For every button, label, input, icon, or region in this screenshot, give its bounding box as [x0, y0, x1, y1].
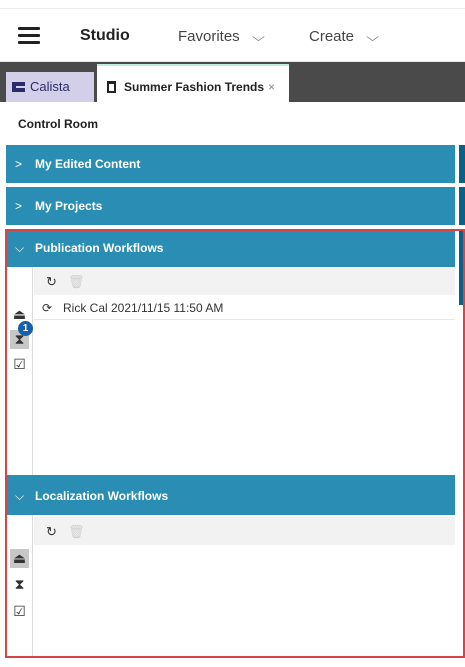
hourglass-icon[interactable]: ⧗ [10, 575, 29, 594]
list-icon [12, 82, 25, 92]
workflow-row-text: Rick Cal 2021/11/15 11:50 AM [63, 301, 224, 315]
chevron-down-icon: ⌵ [366, 30, 379, 44]
refresh-icon[interactable]: ↻ [46, 274, 57, 290]
workflow-toolbar: ↻ 🗑 [34, 267, 455, 295]
checkbox-icon[interactable]: ☑ [10, 602, 29, 621]
favorites-menu-label: Favorites [178, 28, 240, 45]
hamburger-menu-icon[interactable] [18, 27, 40, 44]
section-edge [459, 187, 465, 225]
pending-count-badge: 1 [18, 321, 33, 336]
section-label: Publication Workflows [35, 241, 164, 255]
top-bar: Studio Favorites ⌵ Create ⌵ [0, 0, 465, 62]
workflow-filter-sidebar: ⏏ ⧗ ☑ [6, 515, 33, 657]
chevron-down-icon: ⌵ [15, 489, 25, 503]
inbox-icon[interactable]: ⏏ [10, 549, 29, 568]
section-label: My Projects [35, 199, 103, 213]
workflow-filter-sidebar: ⏏ ⧗ 1 ☑ [6, 267, 33, 475]
chevron-right-icon: > [15, 157, 23, 171]
tab-strip: Calista Summer Fashion Trends × [0, 62, 465, 102]
chevron-right-icon: > [15, 199, 23, 213]
trash-icon[interactable]: 🗑 [68, 274, 85, 290]
tab-summer-fashion-trends[interactable]: Summer Fashion Trends × [97, 64, 289, 102]
section-localization-workflows[interactable]: ⌵ Localization Workflows [6, 475, 455, 515]
favorites-menu[interactable]: Favorites ⌵ [178, 28, 265, 45]
chevron-down-icon: ⌵ [15, 241, 25, 255]
section-label: Localization Workflows [35, 489, 169, 503]
section-my-projects[interactable]: > My Projects [6, 187, 455, 225]
app-brand[interactable]: Studio [80, 27, 130, 45]
workflow-toolbar: ↻ 🗑 [34, 517, 455, 545]
section-my-edited-content[interactable]: > My Edited Content [6, 145, 455, 183]
create-menu[interactable]: Create ⌵ [309, 28, 379, 45]
refresh-icon[interactable]: ↻ [46, 524, 57, 540]
chevron-down-icon: ⌵ [251, 30, 265, 44]
workflow-cycle-icon: ⟳ [42, 301, 53, 315]
tab-calista[interactable]: Calista [6, 72, 94, 102]
control-room-title: Control Room [18, 117, 98, 131]
publication-workflows-panel: ⏏ ⧗ 1 ☑ ↻ 🗑 ⟳ Rick Cal 2021/11/15 11:50 A… [6, 267, 455, 475]
section-edge [459, 145, 465, 183]
localization-workflows-panel: ⏏ ⧗ ☑ ↻ 🗑 [6, 515, 455, 657]
create-menu-label: Create [309, 28, 355, 45]
section-edge [459, 231, 465, 305]
workflow-row[interactable]: ⟳ Rick Cal 2021/11/15 11:50 AM [34, 296, 455, 320]
close-icon[interactable]: × [268, 80, 275, 94]
tab-label: Calista [30, 79, 70, 94]
top-divider [0, 8, 465, 9]
checkbox-icon[interactable]: ☑ [10, 355, 29, 374]
document-icon [107, 81, 116, 93]
tab-label: Summer Fashion Trends [124, 80, 265, 94]
section-label: My Edited Content [35, 157, 141, 171]
trash-icon[interactable]: 🗑 [68, 524, 85, 540]
section-publication-workflows[interactable]: ⌵ Publication Workflows [6, 231, 455, 267]
